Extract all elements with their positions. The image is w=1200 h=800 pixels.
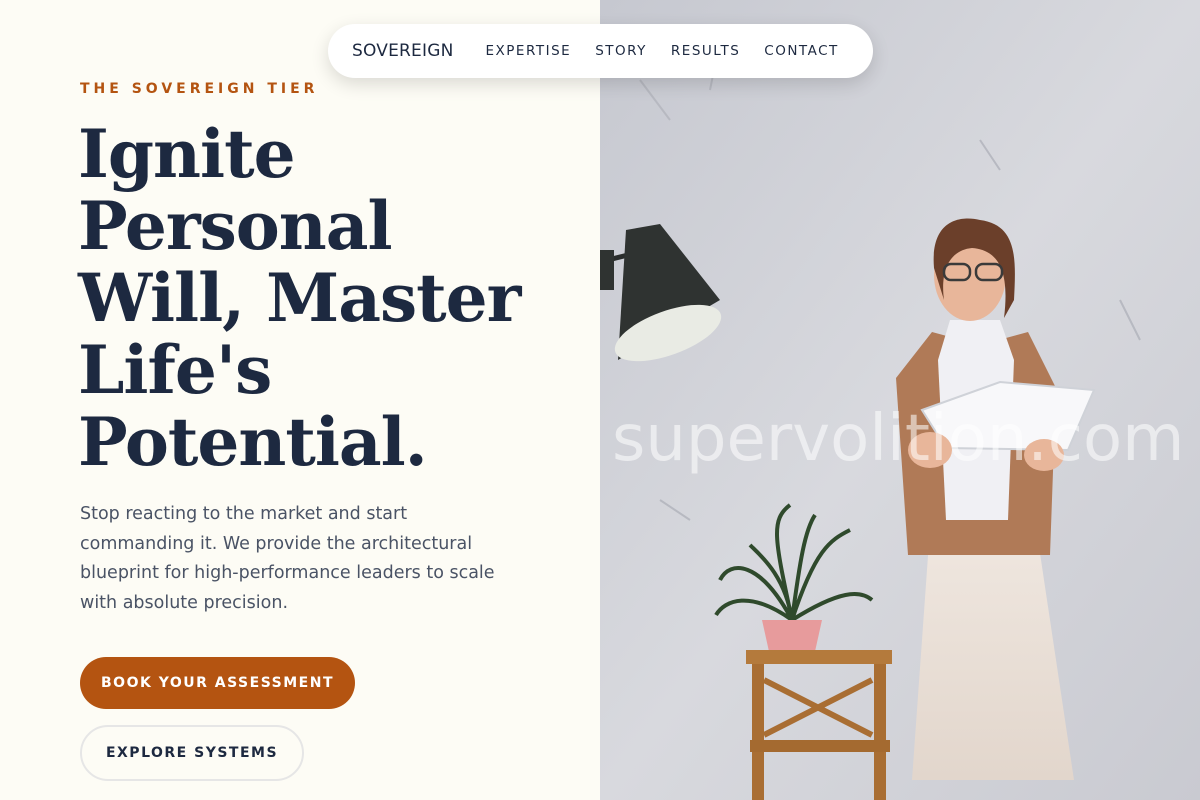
- nav-link-results[interactable]: RESULTS: [671, 43, 740, 59]
- hero-lead: Stop reacting to the market and start co…: [80, 504, 495, 613]
- headline-line: Potential.: [78, 403, 428, 481]
- nav-link-expertise[interactable]: EXPERTISE: [486, 43, 572, 59]
- explore-systems-button[interactable]: EXPLORE SYSTEMS: [80, 725, 304, 781]
- headline-line: Life's: [78, 331, 272, 409]
- hero-headline: Ignite Personal Will, Master Life's Pote…: [78, 118, 578, 478]
- hero-photo: [600, 0, 1200, 800]
- nav-link-contact[interactable]: CONTACT: [764, 43, 839, 59]
- book-assessment-button[interactable]: BOOK YOUR ASSESSMENT: [80, 657, 355, 709]
- brand-logo[interactable]: SOVEREIGN: [352, 41, 454, 61]
- headline-line: Will, Master: [78, 259, 521, 337]
- top-nav: SOVEREIGN EXPERTISE STORY RESULTS CONTAC…: [328, 24, 873, 78]
- hero-image: supervolition.com: [600, 0, 1200, 800]
- nav-link-story[interactable]: STORY: [595, 43, 647, 59]
- headline-line: Ignite: [78, 115, 296, 193]
- headline-line: Personal: [78, 187, 393, 265]
- hero-eyebrow: THE SOVEREIGN TIER: [80, 81, 319, 97]
- hero-left-panel: THE SOVEREIGN TIER Ignite Personal Will,…: [0, 0, 600, 800]
- watermark-text: supervolition.com: [612, 402, 1185, 476]
